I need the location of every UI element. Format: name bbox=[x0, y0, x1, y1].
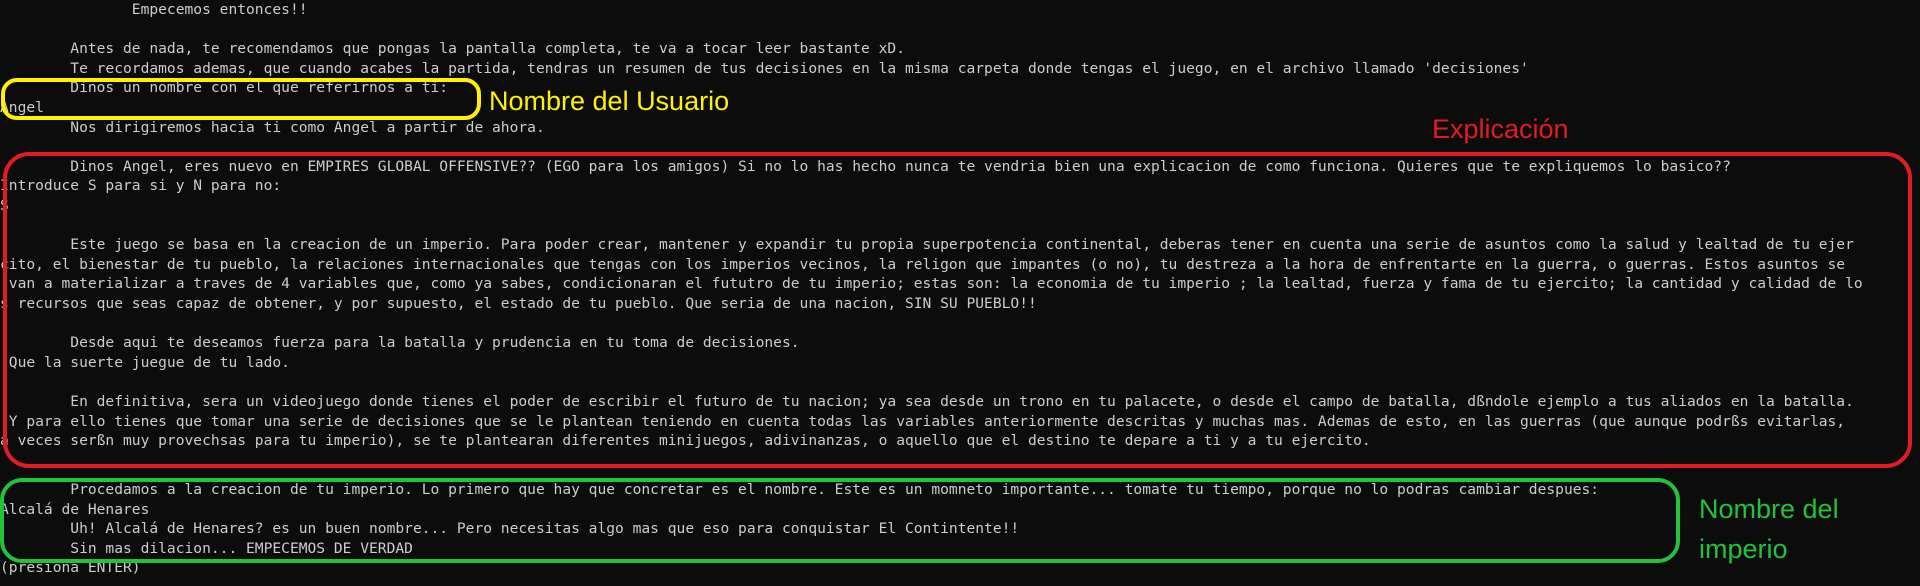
console-line: Empecemos entonces!! bbox=[0, 1, 308, 18]
empire-name-highlight-box bbox=[0, 478, 1680, 563]
empire-name-annotation: Nombre del imperio bbox=[1699, 494, 1839, 564]
console-line: Antes de nada, te recomendamos que ponga… bbox=[0, 40, 905, 58]
console-line: Nos dirigiremos hacia ti como Angel a pa… bbox=[0, 118, 545, 136]
console-line: Te recordamos ademas, que cuando acabes … bbox=[0, 59, 1529, 77]
user-name-highlight-box bbox=[1, 78, 481, 120]
explanation-annotation: Explicación bbox=[1432, 114, 1569, 144]
explanation-highlight-box bbox=[3, 152, 1912, 468]
user-name-annotation: Nombre del Usuario bbox=[489, 86, 730, 116]
